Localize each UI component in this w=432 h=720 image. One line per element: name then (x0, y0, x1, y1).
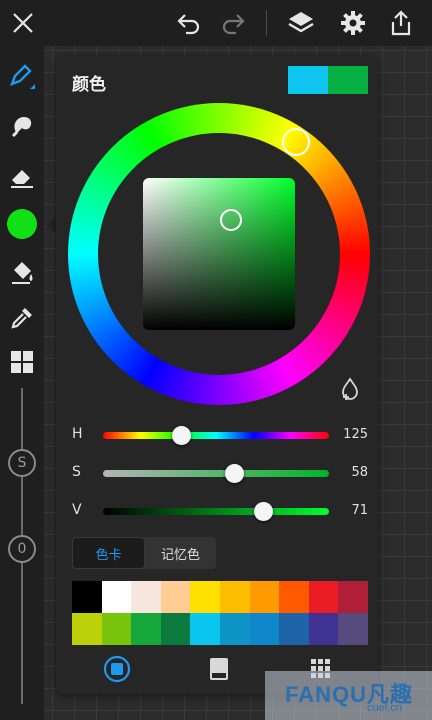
current-color-primary[interactable] (288, 66, 328, 94)
color-panel: 颜色 H 125 S 58 V 71 色卡 记忆色 (56, 56, 378, 694)
saturation-value-square[interactable] (143, 178, 295, 330)
tab-color-history[interactable]: 记忆色 (145, 537, 216, 569)
slider-value-v: 71 (351, 503, 368, 518)
tool-sidebar: S 0 (0, 46, 44, 720)
layers-icon[interactable] (278, 0, 324, 46)
palette-swatch[interactable] (308, 581, 339, 613)
slider-knob-h[interactable] (171, 426, 191, 445)
slider-label-s: S (72, 464, 81, 480)
slider-row-s: S 58 (72, 464, 368, 484)
palette-swatch[interactable] (249, 613, 280, 645)
current-color-secondary[interactable] (328, 66, 368, 94)
panel-pointer (46, 216, 56, 234)
color-source-tabs: 色卡 记忆色 (72, 537, 216, 569)
palette-swatch[interactable] (249, 581, 280, 613)
smudge-icon[interactable] (2, 106, 42, 146)
pen-icon[interactable] (2, 56, 42, 96)
slider-track-s[interactable] (103, 470, 329, 477)
palette-swatch[interactable] (279, 581, 309, 613)
watermark-logo: FANQU凡趣 cuel.cn (265, 671, 432, 720)
eyedropper-icon[interactable] (2, 298, 42, 338)
grid-icon[interactable] (2, 342, 42, 382)
palette-swatch[interactable] (308, 613, 339, 645)
slider-row-h: H 125 (72, 426, 368, 446)
hue-wheel-cursor[interactable] (282, 128, 310, 156)
palette-swatch[interactable] (131, 613, 161, 645)
share-icon[interactable] (378, 0, 424, 46)
close-icon[interactable] (0, 0, 46, 46)
toolbar-separator (266, 10, 267, 36)
color-mode-icon[interactable] (101, 653, 133, 685)
palette-swatch[interactable] (190, 613, 220, 645)
slider-row-v: V 71 (72, 502, 368, 522)
palette-swatch[interactable] (220, 613, 250, 645)
palette-swatch[interactable] (72, 613, 102, 645)
palette-swatch[interactable] (72, 581, 102, 613)
slider-value-h: 125 (343, 427, 368, 442)
slider-knob-v[interactable] (253, 502, 273, 521)
color-palette (72, 581, 368, 645)
palette-swatch[interactable] (338, 581, 368, 613)
palette-swatch[interactable] (101, 581, 132, 613)
fill-bucket-icon[interactable] (2, 252, 42, 292)
slider-knob-s[interactable] (224, 464, 244, 483)
eraser-icon[interactable] (2, 156, 42, 196)
palette-swatch[interactable] (338, 613, 368, 645)
opacity-slider-knob[interactable]: 0 (8, 535, 36, 563)
sv-cursor[interactable] (220, 209, 242, 231)
active-color-indicator[interactable] (2, 204, 42, 244)
watermark-domain: cuel.cn (367, 702, 402, 714)
slider-label-v: V (72, 502, 82, 518)
undo-icon[interactable] (166, 0, 212, 46)
tab-swatches[interactable]: 色卡 (72, 537, 145, 569)
palette-swatch[interactable] (101, 613, 132, 645)
add-color-drop-icon[interactable] (339, 377, 361, 401)
gear-icon[interactable] (330, 0, 376, 46)
slider-label-h: H (72, 426, 83, 442)
swatch-card-icon[interactable] (203, 653, 235, 685)
slider-track-h[interactable] (103, 432, 329, 439)
palette-swatch[interactable] (279, 613, 309, 645)
size-slider-knob[interactable]: S (8, 449, 36, 477)
redo-icon[interactable] (210, 0, 256, 46)
palette-swatch[interactable] (131, 581, 161, 613)
slider-value-s: 58 (351, 465, 368, 480)
slider-track-v[interactable] (103, 508, 329, 515)
palette-swatch[interactable] (190, 581, 220, 613)
top-bar (0, 0, 432, 46)
palette-swatch[interactable] (220, 581, 250, 613)
palette-swatch[interactable] (160, 581, 191, 613)
palette-swatch[interactable] (160, 613, 191, 645)
panel-title: 颜色 (72, 75, 106, 95)
